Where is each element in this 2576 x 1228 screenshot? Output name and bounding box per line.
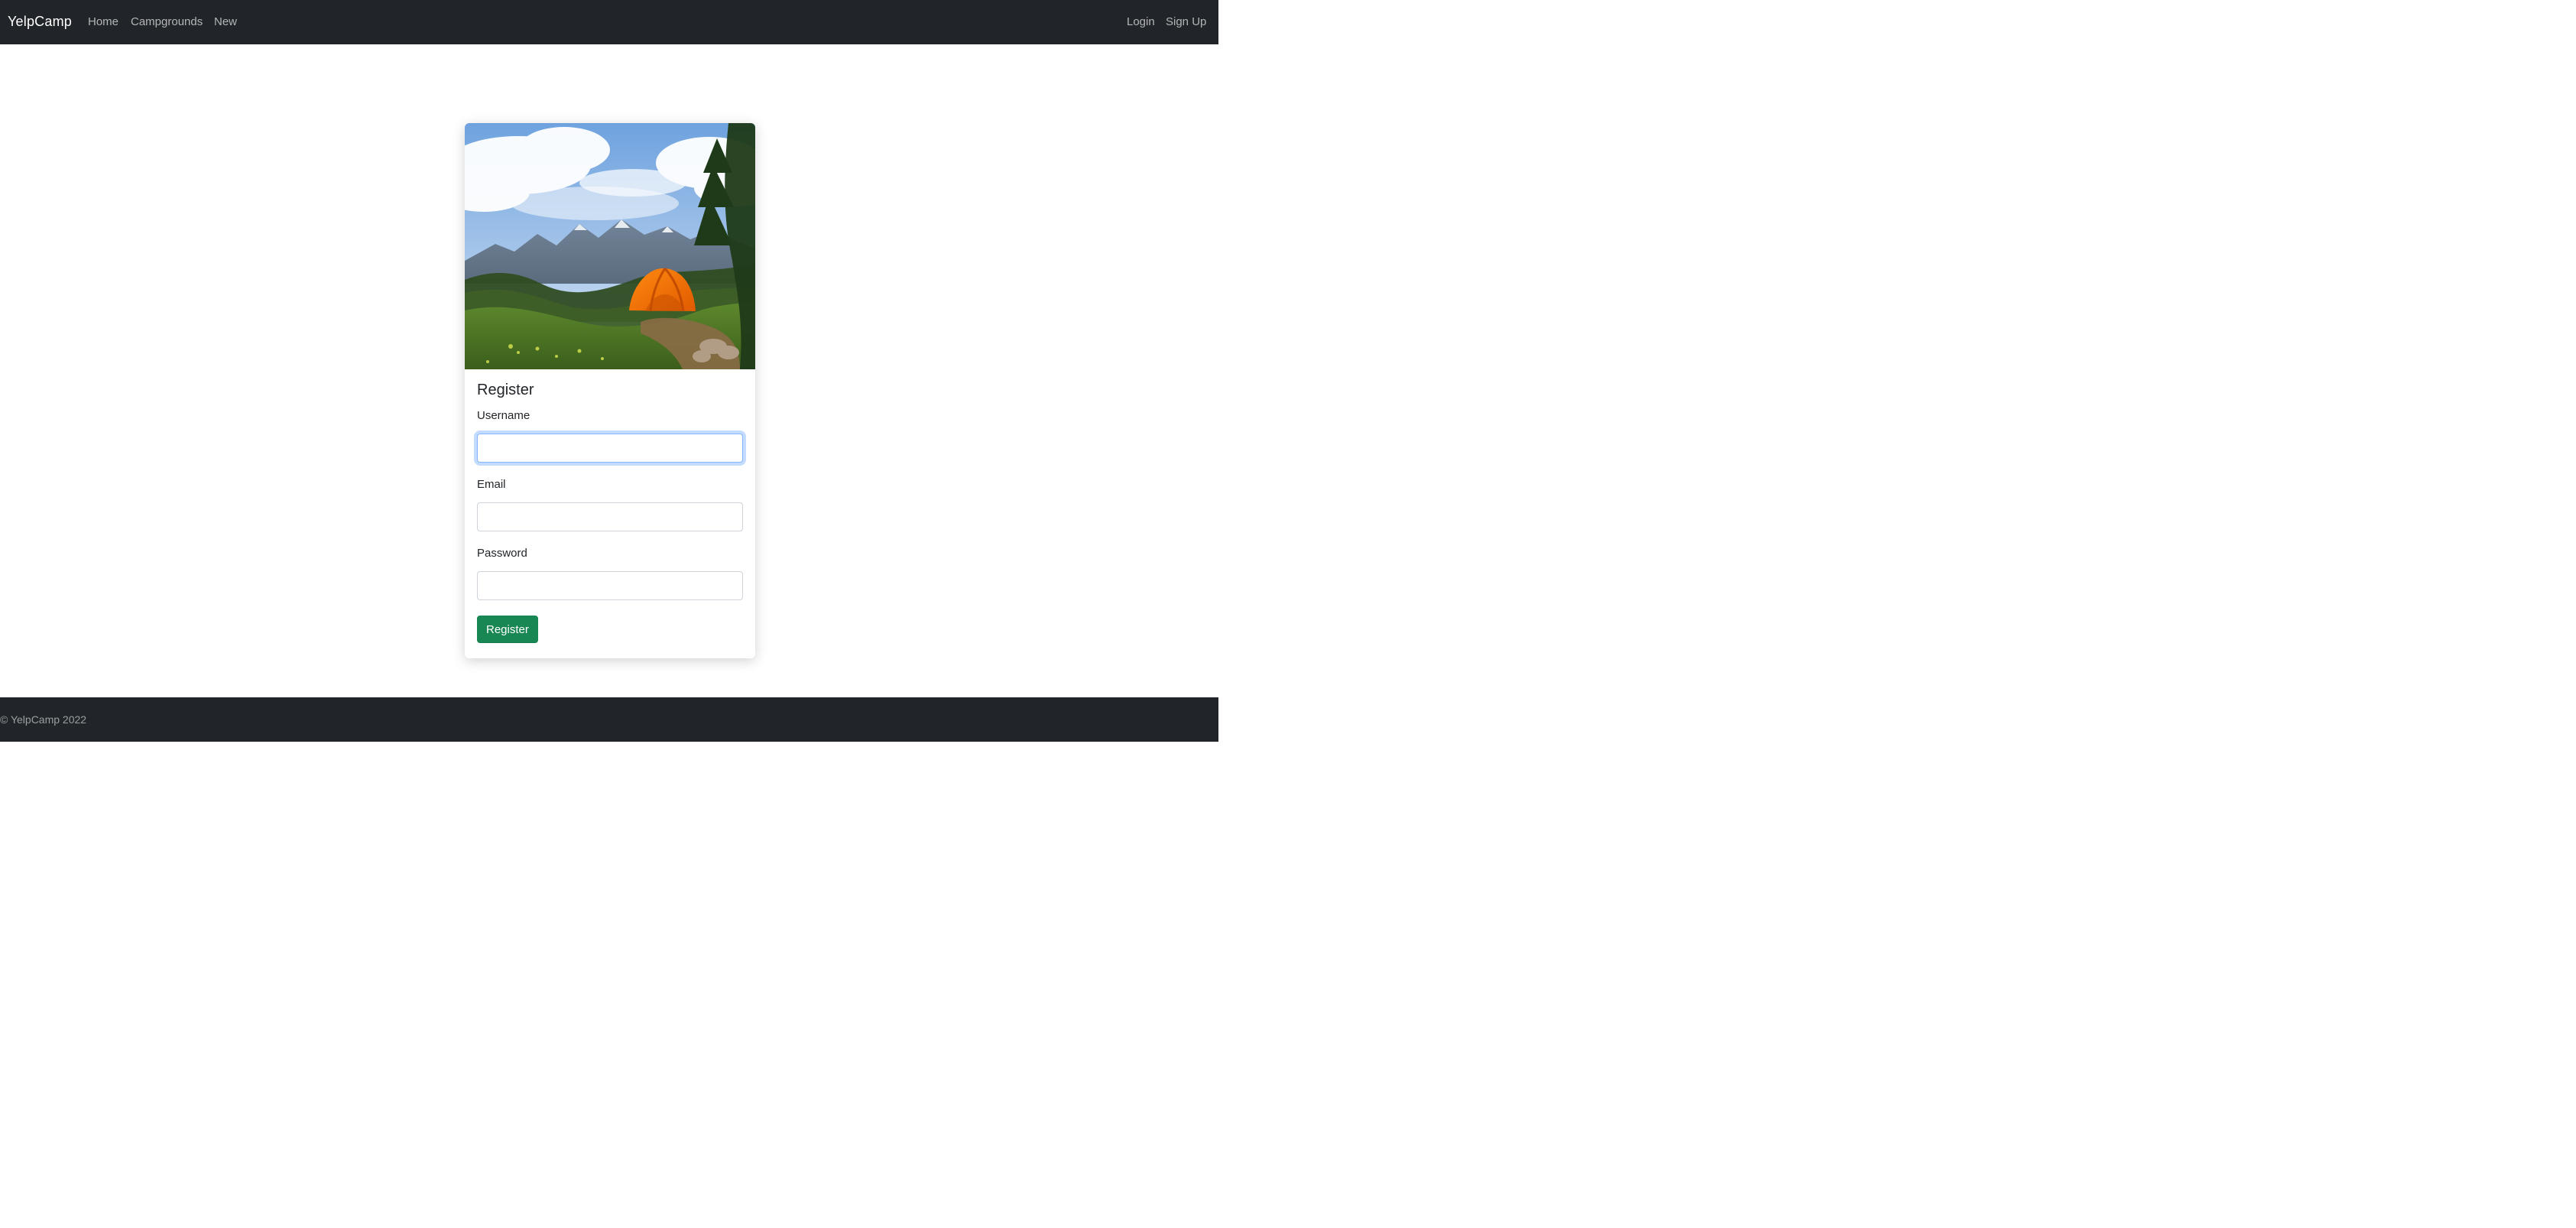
username-input[interactable] — [477, 434, 743, 463]
page: YelpCamp Home Campgrounds New Login Sign… — [0, 0, 1218, 742]
footer-copyright: © YelpCamp 2022 — [0, 713, 87, 726]
brand-link[interactable]: YelpCamp — [8, 14, 72, 30]
landscape-illustration — [465, 123, 755, 369]
footer: © YelpCamp 2022 — [0, 697, 1218, 742]
campground-hero-image — [465, 123, 755, 369]
email-label: Email — [477, 478, 506, 491]
nav-new-link[interactable]: New — [214, 15, 237, 28]
register-card: Register Username Email Password Registe… — [465, 123, 755, 658]
register-submit-button[interactable]: Register — [477, 616, 538, 643]
password-label: Password — [477, 547, 527, 560]
nav-login-link[interactable]: Login — [1127, 15, 1155, 28]
card-title: Register — [477, 382, 534, 398]
nav-campgrounds-link[interactable]: Campgrounds — [131, 15, 203, 28]
nav-signup-link[interactable]: Sign Up — [1166, 15, 1206, 28]
email-input[interactable] — [477, 502, 743, 531]
password-input[interactable] — [477, 571, 743, 600]
top-navbar: YelpCamp Home Campgrounds New Login Sign… — [0, 0, 1218, 44]
username-label: Username — [477, 409, 530, 422]
nav-home-link[interactable]: Home — [88, 15, 118, 28]
